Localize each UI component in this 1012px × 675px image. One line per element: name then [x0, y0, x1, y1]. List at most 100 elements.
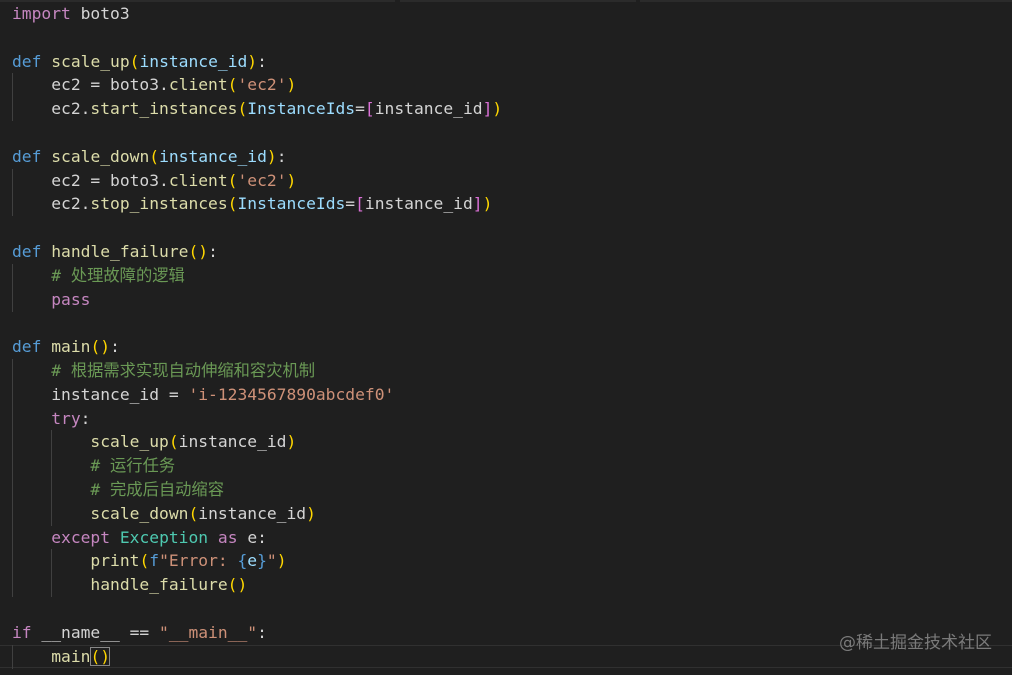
code-line[interactable]: ec2.stop_instances(InstanceIds=[instance…	[0, 192, 1012, 216]
code-token: except	[51, 527, 111, 547]
code-token: )	[306, 503, 316, 523]
code-token: )	[276, 551, 287, 571]
code-token: ec2 = boto3.	[12, 170, 169, 190]
code-line[interactable]: print(f"Error: {e}")	[0, 549, 1012, 573]
code-token: (	[149, 146, 160, 166]
code-line[interactable]: def main():	[0, 335, 1012, 359]
code-line[interactable]: ​	[0, 597, 1012, 621]
code-token: "	[266, 551, 277, 571]
code-line[interactable]: # 运行任务	[0, 454, 1012, 478]
code-token: )	[247, 51, 258, 71]
code-token: if	[12, 622, 32, 642]
code-token: (	[237, 99, 248, 119]
code-token: (	[227, 170, 238, 190]
code-line[interactable]: ec2 = boto3.client('ec2')	[0, 169, 1012, 193]
code-token: :	[110, 337, 120, 357]
code-token: start_instances	[90, 99, 238, 119]
code-token: :	[257, 622, 267, 642]
code-token: )	[286, 170, 297, 190]
code-token: )	[286, 75, 297, 95]
code-token: print	[90, 551, 140, 571]
code-token: main	[51, 337, 91, 357]
code-token: 'ec2'	[237, 75, 287, 95]
code-line[interactable]: ec2 = boto3.client('ec2')	[0, 73, 1012, 97]
code-line[interactable]: def scale_down(instance_id):	[0, 145, 1012, 169]
code-token: )	[286, 432, 297, 452]
code-line[interactable]: except Exception as e:	[0, 526, 1012, 550]
code-line[interactable]: scale_down(instance_id)	[0, 502, 1012, 526]
indent-guide	[12, 359, 13, 597]
code-token: instance_id	[364, 194, 473, 214]
code-token: scale_down	[90, 503, 189, 523]
code-line[interactable]: import boto3	[0, 2, 1012, 26]
code-line[interactable]: def handle_failure():	[0, 240, 1012, 264]
code-token: (	[227, 194, 238, 214]
code-token: )	[482, 194, 493, 214]
code-line[interactable]: handle_failure()	[0, 573, 1012, 597]
code-line[interactable]: try:	[0, 407, 1012, 431]
code-comment: # 完成后自动缩容	[90, 479, 224, 499]
code-line[interactable]: scale_up(instance_id)	[0, 430, 1012, 454]
code-token: InstanceIds	[237, 194, 346, 214]
code-token: def	[12, 51, 42, 71]
code-token: pass	[51, 289, 91, 309]
code-line[interactable]: pass	[0, 288, 1012, 312]
code-token: instance_id	[159, 146, 267, 166]
code-token: e:	[237, 527, 267, 547]
code-token: scale_down	[51, 146, 150, 166]
code-line[interactable]: def scale_up(instance_id):	[0, 50, 1012, 74]
code-comment: # 根据需求实现自动伸缩和容灾机制	[51, 360, 316, 380]
code-token: (	[188, 503, 199, 523]
code-line[interactable]: # 完成后自动缩容	[0, 478, 1012, 502]
code-token: {	[237, 551, 248, 571]
code-line[interactable]: ​	[0, 26, 1012, 50]
code-editor[interactable]: import boto3​def scale_up(instance_id): …	[0, 0, 1012, 675]
code-token: )	[266, 146, 277, 166]
code-token: instance_id	[139, 51, 248, 71]
code-token: ]	[482, 99, 493, 119]
code-line[interactable]: instance_id = 'i-1234567890abcdef0'	[0, 383, 1012, 407]
code-line[interactable]: ​	[0, 216, 1012, 240]
code-token: ec2.	[12, 99, 91, 119]
code-token: def	[12, 146, 42, 166]
code-token: instance_id =	[12, 384, 189, 404]
code-token: ec2.	[12, 194, 91, 214]
code-comment: # 运行任务	[90, 456, 176, 476]
indent-guide	[12, 645, 13, 669]
code-token: (	[139, 551, 150, 571]
code-token: stop_instances	[90, 194, 228, 214]
code-token: scale_up	[51, 51, 130, 71]
code-token: :	[276, 146, 287, 166]
code-line[interactable]: ​	[0, 311, 1012, 335]
code-token: :	[208, 241, 218, 261]
code-token: handle_failure	[51, 241, 189, 261]
code-line[interactable]: ​	[0, 121, 1012, 145]
code-token: client	[168, 75, 228, 95]
code-token: ]	[472, 194, 483, 214]
watermark-text: @稀土掘金技术社区	[839, 633, 992, 653]
code-token: "Error:	[159, 551, 238, 571]
code-line[interactable]: ec2.start_instances(InstanceIds=[instanc…	[0, 97, 1012, 121]
code-token: try	[51, 408, 81, 428]
code-token: scale_up	[90, 432, 169, 452]
code-token: import	[12, 4, 71, 23]
code-token: ()	[188, 241, 209, 261]
indent-guide	[12, 264, 13, 312]
code-token: boto3	[70, 4, 130, 23]
code-token: def	[12, 337, 42, 357]
code-token: f	[149, 551, 160, 571]
code-line[interactable]: # 根据需求实现自动伸缩和容灾机制	[0, 359, 1012, 383]
indent-guide	[51, 430, 53, 526]
code-token: Exception	[119, 527, 209, 547]
indent-guide	[51, 549, 53, 597]
code-line[interactable]: # 处理故障的逻辑	[0, 264, 1012, 288]
code-lines[interactable]: import boto3​def scale_up(instance_id): …	[0, 2, 1012, 669]
